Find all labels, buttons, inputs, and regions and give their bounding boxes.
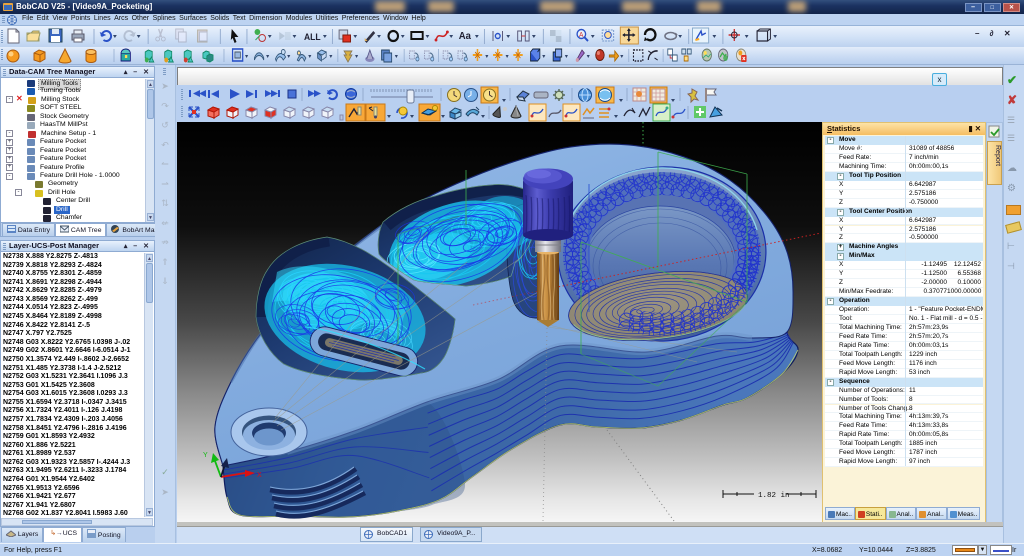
svg-text:ALL: ALL [304, 32, 321, 42]
svg-text:X: X [257, 472, 262, 479]
svg-text:1.82 in: 1.82 in [758, 492, 790, 500]
svg-text:Aa: Aa [459, 31, 472, 42]
svg-text:A: A [579, 32, 584, 39]
svg-text:Y: Y [203, 452, 208, 459]
